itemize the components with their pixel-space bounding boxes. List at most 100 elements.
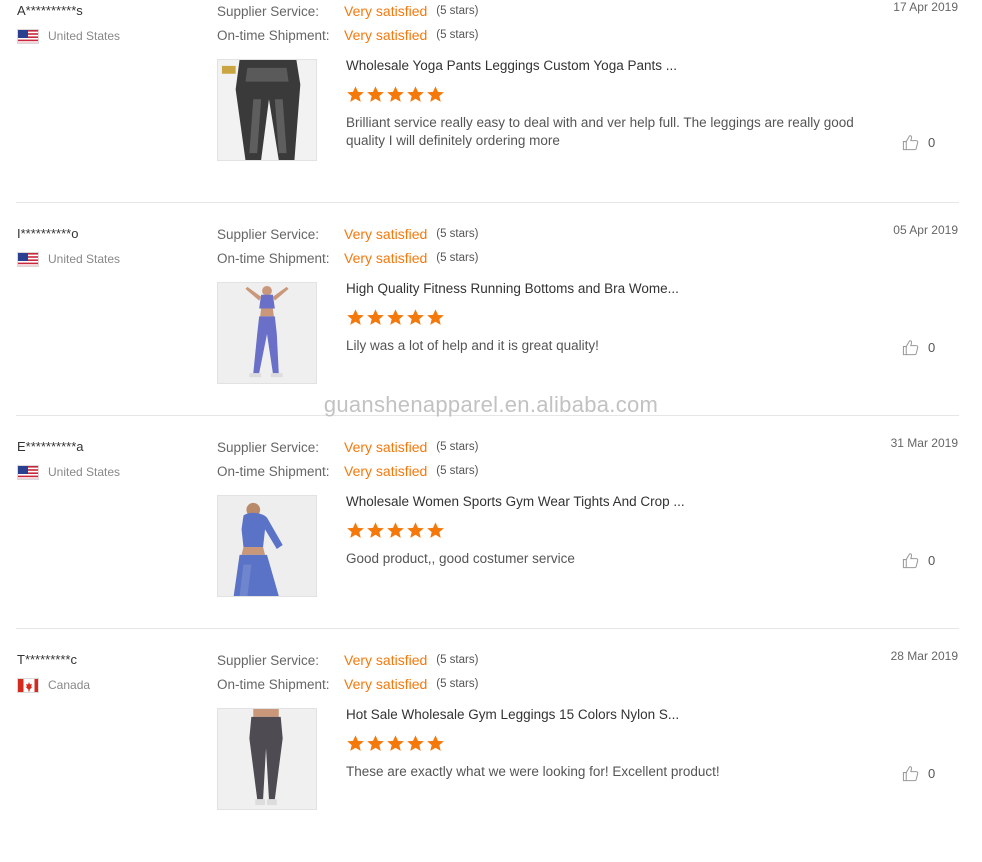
review-item: I**********o United States Supplier Serv… bbox=[0, 223, 982, 436]
star-icon bbox=[407, 86, 424, 102]
review-date: 17 Apr 2019 bbox=[893, 0, 958, 14]
shipment-value: Very satisfied bbox=[344, 250, 428, 266]
country-name: United States bbox=[48, 465, 121, 479]
supplier-service-stars: (5 stars) bbox=[436, 654, 479, 666]
supplier-service-rating: Supplier Service: Very satisfied (5 star… bbox=[217, 438, 478, 456]
supplier-service-rating: Supplier Service: Very satisfied (5 star… bbox=[217, 225, 478, 243]
star-icon bbox=[427, 735, 444, 751]
buyer-name: A**********s bbox=[17, 3, 83, 18]
like-button[interactable]: 0 bbox=[902, 551, 935, 569]
shipment-rating: On-time Shipment: Very satisfied (5 star… bbox=[217, 26, 478, 44]
shipment-label: On-time Shipment: bbox=[217, 676, 330, 692]
product-rating-stars bbox=[346, 521, 445, 540]
shipment-label: On-time Shipment: bbox=[217, 250, 330, 266]
thumbs-up-icon bbox=[902, 339, 919, 355]
product-title[interactable]: Wholesale Women Sports Gym Wear Tights A… bbox=[346, 494, 866, 509]
shipment-stars: (5 stars) bbox=[436, 465, 479, 477]
review-text: These are exactly what we were looking f… bbox=[346, 764, 720, 779]
star-icon bbox=[347, 522, 364, 538]
shipment-value: Very satisfied bbox=[344, 676, 428, 692]
product-title[interactable]: Wholesale Yoga Pants Leggings Custom Yog… bbox=[346, 58, 866, 73]
thumbs-up-icon bbox=[902, 765, 919, 781]
star-icon bbox=[427, 522, 444, 538]
product-image[interactable] bbox=[217, 708, 317, 810]
us-flag-icon bbox=[17, 28, 39, 44]
shipment-value: Very satisfied bbox=[344, 27, 428, 43]
supplier-service-rating: Supplier Service: Very satisfied (5 star… bbox=[217, 651, 478, 669]
buyer-name: I**********o bbox=[17, 226, 79, 241]
product-image[interactable] bbox=[217, 59, 317, 161]
product-rating-stars bbox=[346, 734, 445, 753]
star-icon bbox=[387, 86, 404, 102]
supplier-service-label: Supplier Service: bbox=[217, 3, 320, 19]
like-button[interactable]: 0 bbox=[902, 764, 935, 782]
like-count: 0 bbox=[928, 552, 936, 568]
thumbs-up-icon bbox=[902, 552, 919, 568]
supplier-service-rating: Supplier Service: Very satisfied (5 star… bbox=[217, 2, 478, 20]
review-text: Lily was a lot of help and it is great q… bbox=[346, 338, 599, 353]
like-button[interactable]: 0 bbox=[902, 133, 935, 151]
review-text: Good product,, good costumer service bbox=[346, 551, 575, 566]
product-image[interactable] bbox=[217, 495, 317, 597]
like-count: 0 bbox=[928, 765, 936, 781]
star-icon bbox=[347, 735, 364, 751]
product-title[interactable]: Hot Sale Wholesale Gym Leggings 15 Color… bbox=[346, 707, 866, 722]
review-date: 28 Mar 2019 bbox=[890, 649, 958, 663]
product-rating-stars bbox=[346, 85, 445, 104]
buyer-country: United States bbox=[17, 251, 120, 267]
supplier-service-value: Very satisfied bbox=[344, 652, 428, 668]
star-icon bbox=[367, 735, 384, 751]
star-icon bbox=[347, 309, 364, 325]
supplier-service-stars: (5 stars) bbox=[436, 228, 479, 240]
ca-flag-icon bbox=[17, 677, 39, 693]
us-flag-icon bbox=[17, 464, 39, 480]
review-date: 31 Mar 2019 bbox=[890, 436, 958, 450]
supplier-service-value: Very satisfied bbox=[344, 226, 428, 242]
buyer-name: T*********c bbox=[17, 652, 77, 667]
country-name: United States bbox=[48, 252, 121, 266]
shipment-label: On-time Shipment: bbox=[217, 27, 330, 43]
shipment-value: Very satisfied bbox=[344, 463, 428, 479]
supplier-service-label: Supplier Service: bbox=[217, 226, 320, 242]
review-text: Brilliant service really easy to deal wi… bbox=[346, 115, 854, 148]
like-count: 0 bbox=[928, 339, 936, 355]
review-divider bbox=[16, 628, 959, 629]
review-divider bbox=[16, 202, 959, 203]
shipment-label: On-time Shipment: bbox=[217, 463, 330, 479]
star-icon bbox=[367, 86, 384, 102]
product-rating-stars bbox=[346, 308, 445, 327]
buyer-name: E**********a bbox=[17, 439, 84, 454]
supplier-service-stars: (5 stars) bbox=[436, 5, 479, 17]
buyer-country: United States bbox=[17, 464, 120, 480]
star-icon bbox=[367, 522, 384, 538]
supplier-service-label: Supplier Service: bbox=[217, 439, 320, 455]
review-item: E**********a United States Supplier Serv… bbox=[0, 436, 982, 649]
star-icon bbox=[427, 309, 444, 325]
shipment-rating: On-time Shipment: Very satisfied (5 star… bbox=[217, 249, 478, 267]
shipment-rating: On-time Shipment: Very satisfied (5 star… bbox=[217, 675, 478, 693]
us-flag-icon bbox=[17, 251, 39, 267]
product-image[interactable] bbox=[217, 282, 317, 384]
star-icon bbox=[407, 522, 424, 538]
shipment-rating: On-time Shipment: Very satisfied (5 star… bbox=[217, 462, 478, 480]
review-divider bbox=[16, 415, 959, 416]
like-count: 0 bbox=[928, 134, 936, 150]
shipment-stars: (5 stars) bbox=[436, 252, 479, 264]
country-name: United States bbox=[48, 29, 121, 43]
buyer-country: Canada bbox=[17, 677, 90, 693]
star-icon bbox=[387, 522, 404, 538]
product-title[interactable]: High Quality Fitness Running Bottoms and… bbox=[346, 281, 866, 296]
supplier-service-label: Supplier Service: bbox=[217, 652, 320, 668]
supplier-service-value: Very satisfied bbox=[344, 439, 428, 455]
supplier-service-stars: (5 stars) bbox=[436, 441, 479, 453]
country-name: Canada bbox=[48, 678, 91, 692]
star-icon bbox=[387, 735, 404, 751]
star-icon bbox=[367, 309, 384, 325]
supplier-service-value: Very satisfied bbox=[344, 3, 428, 19]
star-icon bbox=[407, 735, 424, 751]
thumbs-up-icon bbox=[902, 134, 919, 150]
like-button[interactable]: 0 bbox=[902, 338, 935, 356]
star-icon bbox=[427, 86, 444, 102]
review-item: T*********c Canada Supplier Service: Ver… bbox=[0, 649, 982, 862]
star-icon bbox=[387, 309, 404, 325]
